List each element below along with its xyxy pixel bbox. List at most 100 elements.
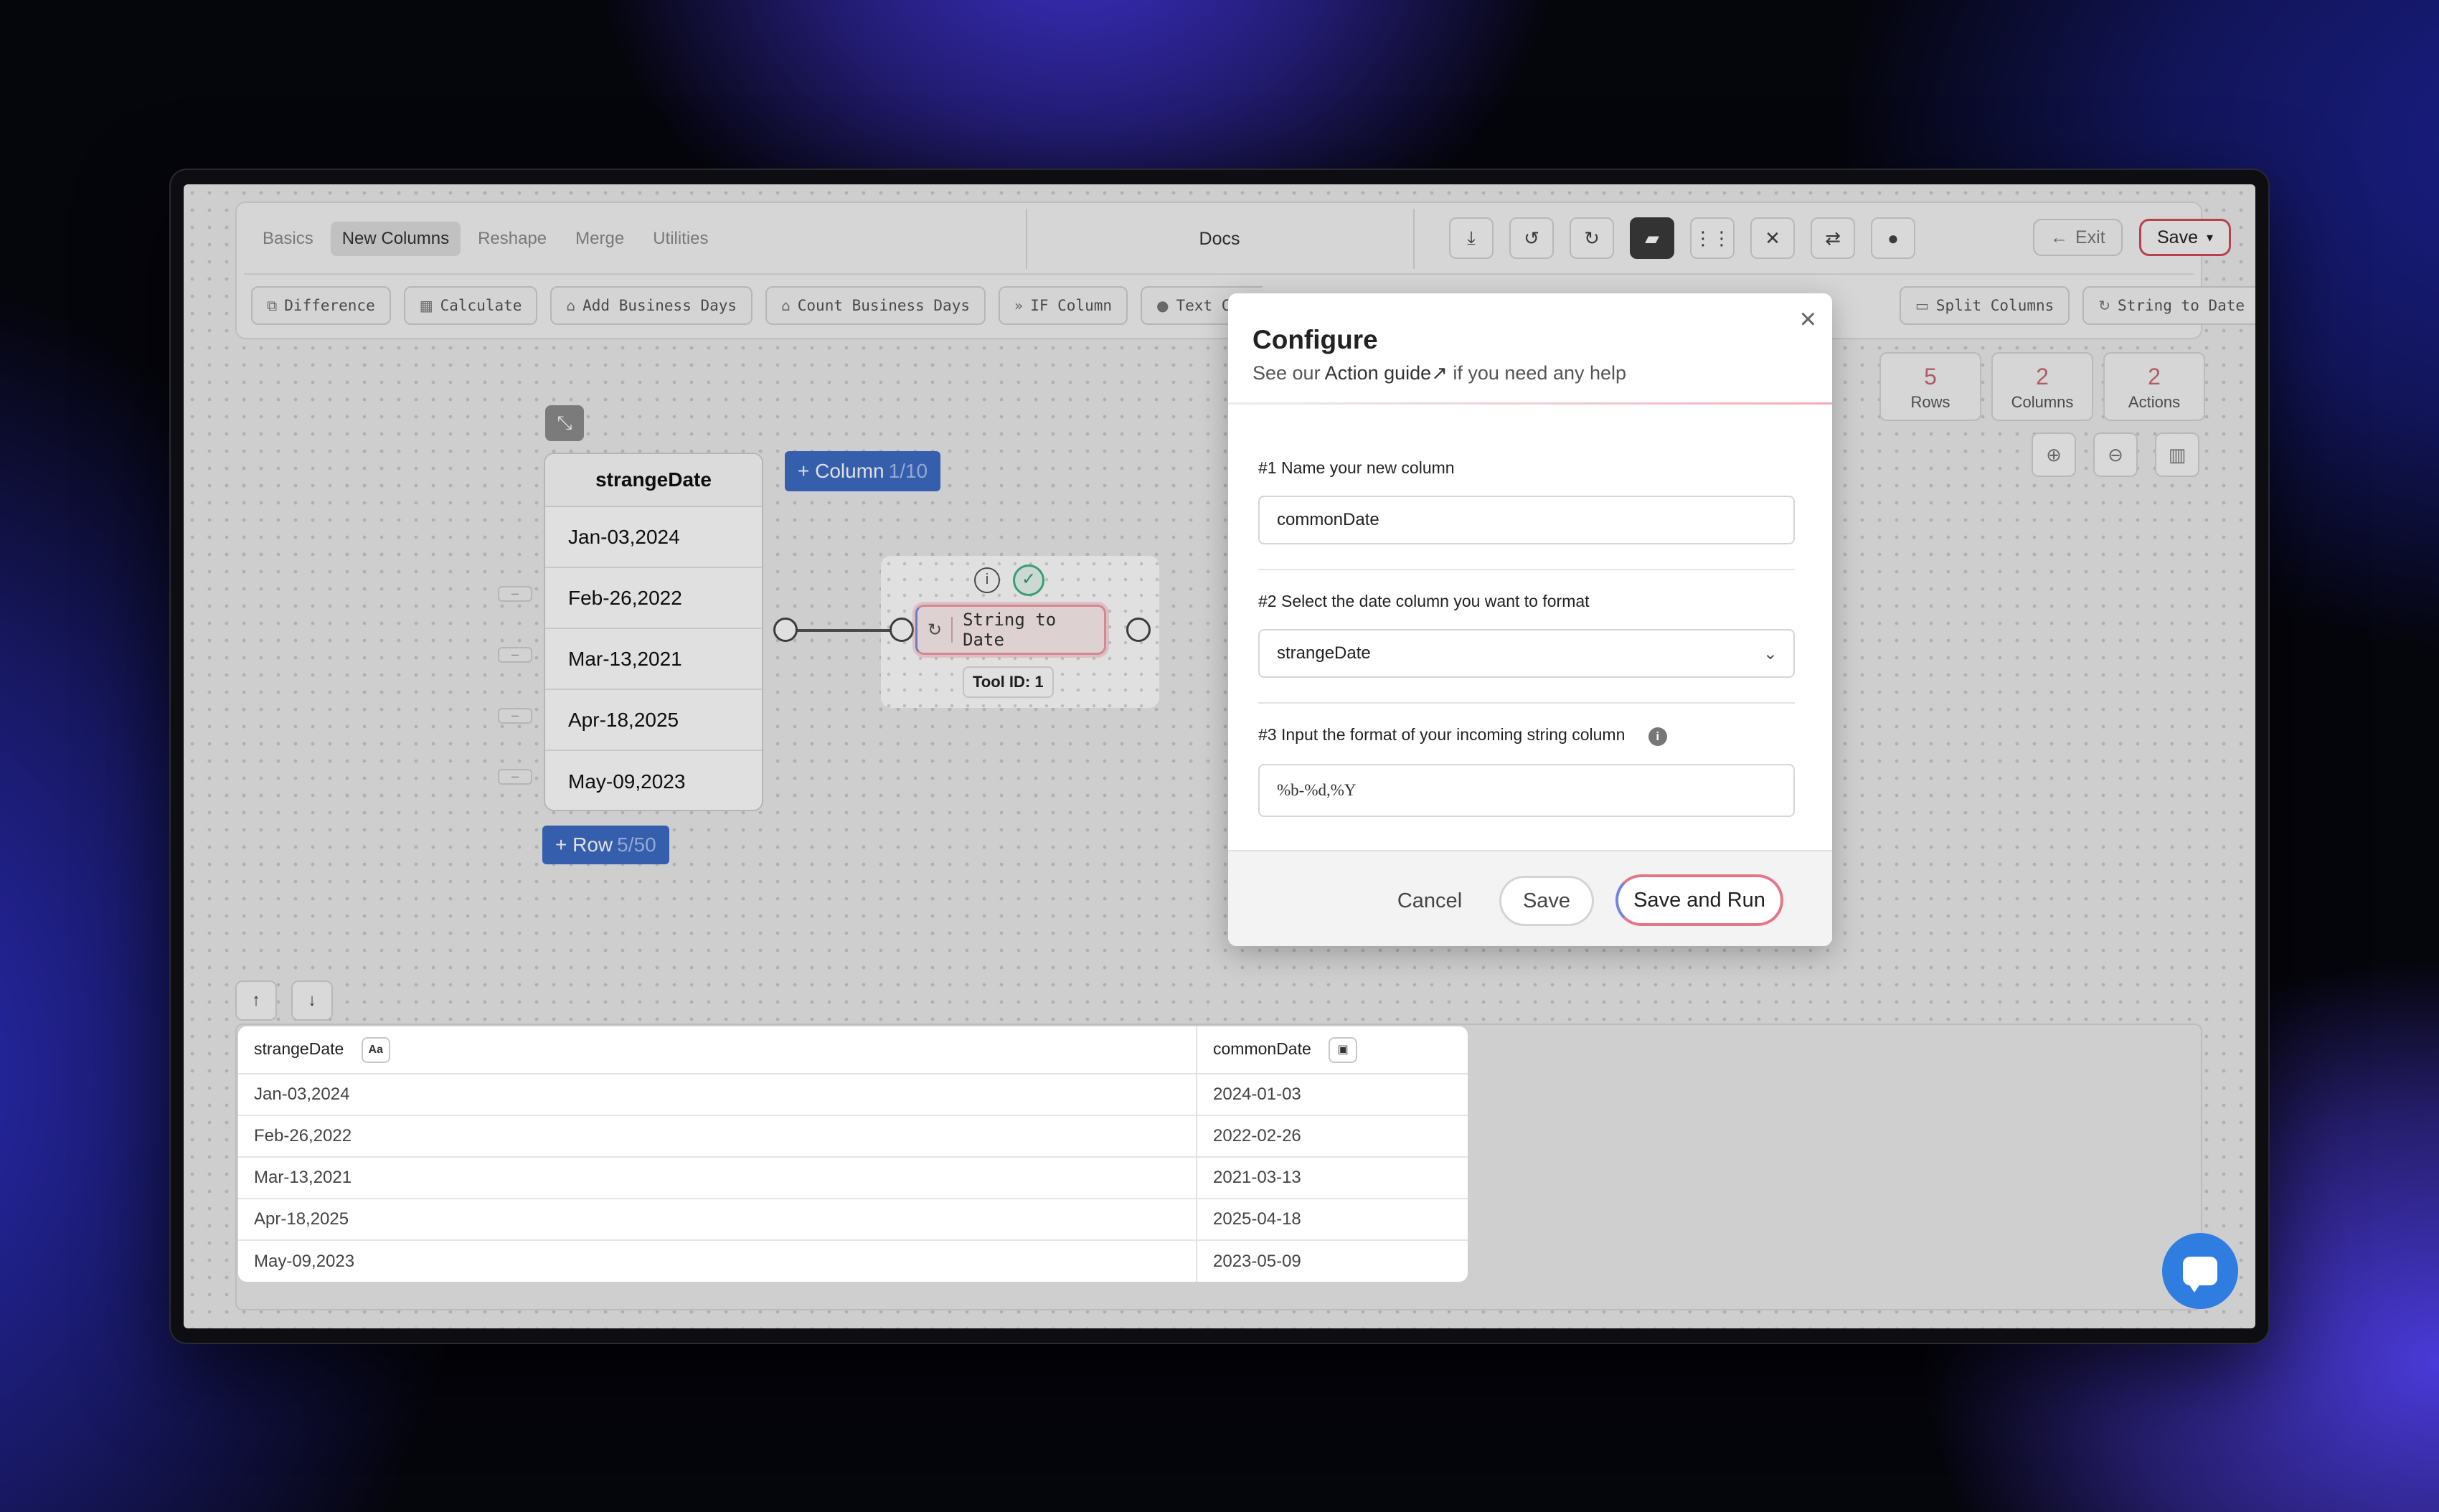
- input-port[interactable]: [890, 618, 914, 642]
- grid-icon[interactable]: ⋮⋮: [1690, 217, 1735, 259]
- action-difference[interactable]: ⧉ Difference: [251, 286, 391, 325]
- table-row: Jan-03,2024 2024-01-03: [238, 1074, 1468, 1116]
- tab-merge[interactable]: Merge: [564, 222, 636, 256]
- source-cell[interactable]: Jan-03,2024: [545, 507, 762, 568]
- action-if-column[interactable]: » IF Column: [998, 286, 1128, 325]
- edge-connector: [786, 629, 897, 632]
- source-cell[interactable]: Apr-18,2025: [545, 690, 762, 751]
- source-column-header[interactable]: strangeDate: [545, 454, 762, 507]
- tab-utilities[interactable]: Utilities: [641, 222, 720, 256]
- grid-cell[interactable]: 2022-02-26: [1197, 1115, 1468, 1158]
- chat-icon: ●: [1156, 297, 1169, 314]
- briefcase-icon: ⌂: [781, 297, 791, 314]
- stat-value: 2: [2036, 364, 2049, 389]
- add-row-count: 5/50: [617, 833, 656, 856]
- chat-button[interactable]: [2162, 1233, 2238, 1309]
- note-icon[interactable]: ▰: [1630, 217, 1674, 259]
- source-cell[interactable]: Feb-26,2022: [545, 568, 762, 629]
- zoom-out-icon[interactable]: ⊖: [2093, 433, 2138, 477]
- add-row-label: + Row: [555, 833, 613, 856]
- top-toolbar: Basics New Columns Reshape Merge Utiliti…: [235, 202, 2255, 339]
- info-icon[interactable]: i: [974, 567, 1000, 593]
- exit-button[interactable]: ← Exit: [2033, 219, 2123, 256]
- refresh-icon: ↻: [928, 617, 953, 643]
- row-delete-handle[interactable]: –: [498, 708, 532, 724]
- action-chips-right: ▭ Split Columns ↻ String to Date: [1900, 286, 2255, 325]
- play-icon[interactable]: ●: [1871, 217, 1915, 259]
- grid-header-commonDate[interactable]: commonDate ▣: [1197, 1026, 1468, 1074]
- grid-cell[interactable]: 2024-01-03: [1197, 1074, 1468, 1116]
- save-label: Save: [2157, 227, 2198, 247]
- chevron-down-icon: ▾: [2206, 230, 2214, 245]
- action-calculate[interactable]: ▦ Calculate: [403, 286, 538, 325]
- cancel-button[interactable]: Cancel: [1380, 876, 1479, 926]
- source-cell[interactable]: Mar-13,2021: [545, 629, 762, 690]
- step1-label: #1 Name your new column: [1258, 458, 1455, 477]
- tab-reshape[interactable]: Reshape: [466, 222, 558, 256]
- action-count-business-days[interactable]: ⌂ Count Business Days: [765, 286, 986, 325]
- split-icon: ▭: [1915, 297, 1929, 314]
- action-label: Calculate: [440, 297, 522, 314]
- stat-columns: 2 Columns: [1991, 352, 2093, 421]
- grid-cell[interactable]: Mar-13,2021: [238, 1157, 1197, 1199]
- add-column-button[interactable]: + Column 1/10: [785, 451, 941, 491]
- output-port[interactable]: [773, 618, 798, 642]
- grid-cell[interactable]: 2021-03-13: [1197, 1157, 1468, 1199]
- grid-cell[interactable]: 2025-04-18: [1197, 1199, 1468, 1241]
- string-to-date-node[interactable]: ↻ String to Date: [915, 605, 1106, 655]
- swap-icon[interactable]: ⇄: [1811, 217, 1855, 259]
- date-column-select[interactable]: strangeDate ⌄: [1258, 629, 1795, 678]
- download-icon[interactable]: ⤓: [1449, 217, 1494, 259]
- grid-header-strangeDate[interactable]: strangeDate Aa: [238, 1026, 1197, 1074]
- action-add-business-days[interactable]: ⌂ Add Business Days: [550, 286, 753, 325]
- subtitle-suffix: if you need any help: [1453, 362, 1627, 384]
- refresh-icon: ↻: [2098, 297, 2111, 314]
- row-delete-handle[interactable]: –: [498, 586, 532, 602]
- close-icon[interactable]: ×: [1800, 305, 1816, 334]
- app-canvas: Basics New Columns Reshape Merge Utiliti…: [184, 184, 2255, 1328]
- save-menu-button[interactable]: Save ▾: [2139, 219, 2232, 256]
- arrow-up-icon[interactable]: ↑: [235, 981, 277, 1021]
- stat-actions: 2 Actions: [2103, 352, 2205, 421]
- toolbar-rule: [244, 273, 2194, 275]
- data-grid: strangeDate Aa commonDate ▣ Jan-03,2024 2…: [238, 1026, 1468, 1282]
- action-split-columns[interactable]: ▭ Split Columns: [1900, 286, 2070, 325]
- collapse-icon[interactable]: ⤡: [545, 405, 584, 441]
- arrow-left-icon: ←: [2050, 227, 2068, 247]
- info-icon[interactable]: i: [1648, 727, 1667, 746]
- grid-cell[interactable]: Jan-03,2024: [238, 1074, 1197, 1116]
- add-row-button[interactable]: + Row 5/50: [542, 826, 669, 864]
- row-delete-handle[interactable]: –: [498, 769, 532, 785]
- format-input[interactable]: %b-%d,%Y: [1258, 764, 1795, 817]
- grid-cell[interactable]: Apr-18,2025: [238, 1199, 1197, 1241]
- toolbar-divider: [1413, 209, 1415, 269]
- zoom-in-icon[interactable]: ⊕: [2032, 433, 2076, 477]
- tab-basics[interactable]: Basics: [251, 222, 325, 256]
- map-icon[interactable]: ▥: [2155, 433, 2199, 477]
- stat-value: 5: [1924, 364, 1937, 389]
- docs-link[interactable]: Docs: [1026, 229, 1413, 250]
- tab-new-columns[interactable]: New Columns: [330, 222, 461, 256]
- row-delete-handle[interactable]: –: [498, 647, 532, 663]
- save-button[interactable]: Save: [1499, 876, 1594, 926]
- step-separator: [1258, 569, 1795, 570]
- action-label: String to Date: [2118, 297, 2245, 314]
- grid-cell[interactable]: 2023-05-09: [1197, 1240, 1468, 1282]
- grid-cell[interactable]: Feb-26,2022: [238, 1115, 1197, 1158]
- table-row: Apr-18,2025 2025-04-18: [238, 1199, 1468, 1241]
- arrow-down-icon[interactable]: ↓: [291, 981, 333, 1021]
- source-cell[interactable]: May-09,2023: [545, 751, 762, 810]
- save-and-run-button[interactable]: Save and Run: [1615, 874, 1783, 926]
- action-label: Add Business Days: [582, 297, 737, 314]
- action-guide-link[interactable]: Action guide↗: [1325, 362, 1448, 384]
- grid-cell[interactable]: May-09,2023: [238, 1240, 1197, 1282]
- chat-icon: [2183, 1257, 2217, 1293]
- redo-icon[interactable]: ↻: [1570, 217, 1614, 259]
- column-name-input[interactable]: commonDate: [1258, 496, 1795, 544]
- exit-label: Exit: [2075, 227, 2105, 247]
- action-string-to-date[interactable]: ↻ String to Date: [2082, 286, 2255, 325]
- undo-icon[interactable]: ↺: [1509, 217, 1554, 259]
- output-port[interactable]: [1126, 618, 1151, 642]
- clear-icon[interactable]: ✕: [1750, 217, 1795, 259]
- check-icon: ✓: [1013, 564, 1044, 596]
